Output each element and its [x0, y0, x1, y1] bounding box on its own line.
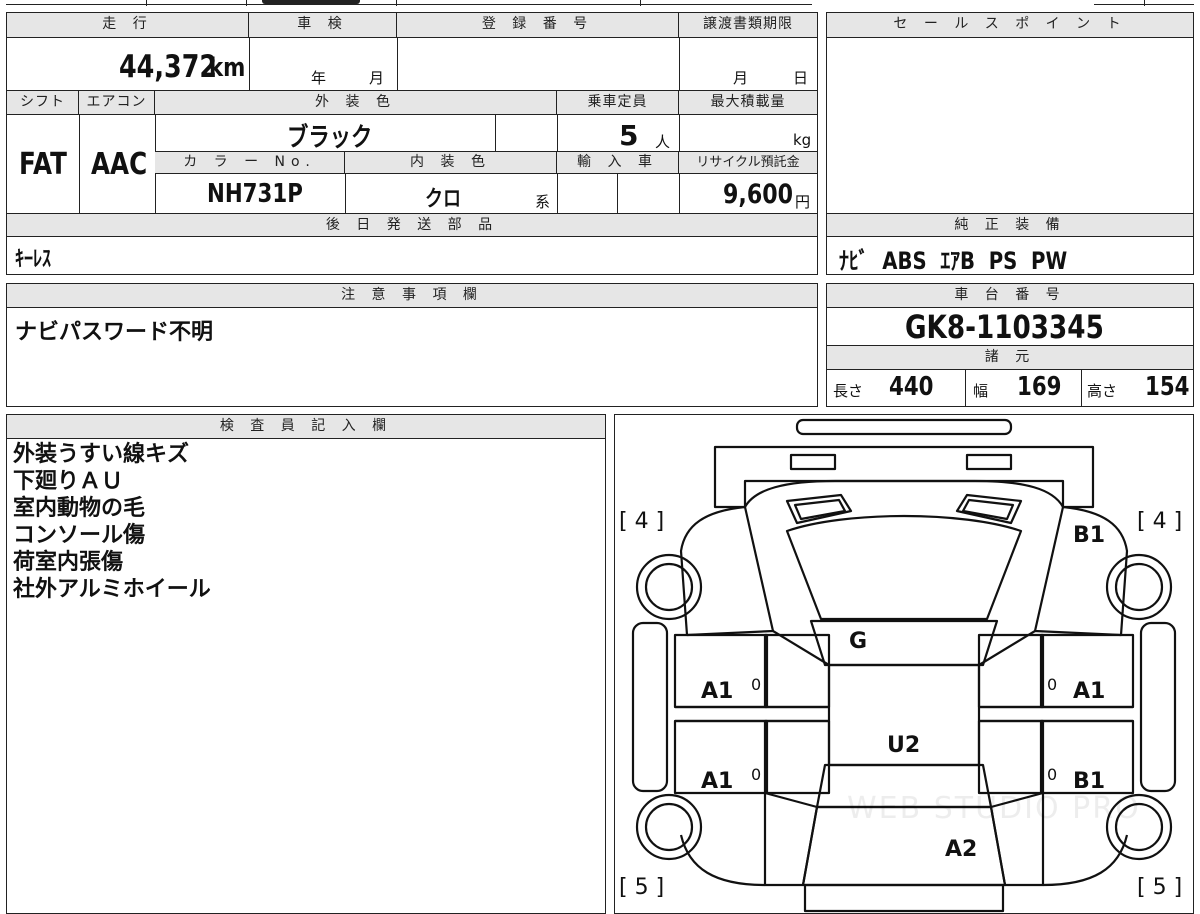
- inspector-header: 検 査 員 記 入 欄: [7, 415, 605, 439]
- body-front: [744, 479, 1064, 508]
- ac-value: AAC: [91, 147, 148, 182]
- headlight-right-inner: [961, 498, 1015, 521]
- wheel-front-right-inner: [1114, 562, 1164, 612]
- car-outline: [631, 418, 1177, 913]
- capacity-unit: 人: [655, 133, 671, 151]
- exterior-color-header: 外 装 色: [155, 91, 557, 115]
- roof-grade: U2: [887, 733, 921, 758]
- recycle-header: リサイクル預託金: [679, 152, 817, 174]
- door-handle-right-rear: [977, 719, 1045, 795]
- capacity-value: 5: [619, 119, 639, 152]
- interior-color-header: 内 装 色: [345, 152, 557, 174]
- tire-rear-left-label: [ 5 ]: [619, 875, 665, 900]
- exterior-color-value: ブラック: [287, 123, 373, 153]
- front-lamp-right: [965, 453, 1013, 471]
- dimensions-header: 諸 元: [827, 346, 1193, 370]
- inspector-notes: 外装うすい線キズ 下廻りＡＵ 室内動物の毛 コンソール傷 荷室内張傷 社外アルミ…: [13, 441, 211, 603]
- door-mark-right-front: 0: [1047, 675, 1058, 694]
- door-mark-right-rear: 0: [1047, 765, 1058, 784]
- later-parts-header: 後 日 発 送 部 品: [7, 214, 817, 237]
- transfer-day-unit: 日: [793, 69, 809, 87]
- rear-quarter-left: [763, 791, 819, 887]
- rear-bumper: [803, 883, 1005, 913]
- rear-corner-right: [1042, 834, 1129, 887]
- shaken-header: 車 検: [249, 13, 397, 38]
- length-label: 長さ: [833, 382, 864, 400]
- rocker-right: [1139, 621, 1177, 793]
- front-bumper: [795, 418, 1013, 436]
- rear-corner-left: [679, 834, 766, 887]
- front-fender-left: [679, 505, 775, 637]
- car-diagram: [ 4 ] [ 4 ] [ 5 ] [ 5 ] B1 G A1 A1 A1 B1…: [614, 414, 1194, 914]
- watermark: WEB STUDIO PRO: [847, 791, 1141, 826]
- ac-header: エアコン: [79, 91, 155, 115]
- registration-header: 登 録 番 号: [397, 13, 679, 38]
- door-mark-left-front: 0: [751, 675, 762, 694]
- rear-grade: A2: [945, 837, 978, 862]
- door-mark-left-rear: 0: [751, 765, 762, 784]
- caution-value: ナビパスワード不明: [15, 320, 214, 345]
- shaken-month-unit: 月: [369, 69, 385, 87]
- max-load-header: 最大積載量: [679, 91, 817, 115]
- inspector-box: 検 査 員 記 入 欄 外装うすい線キズ 下廻りＡＵ 室内動物の毛 コンソール傷…: [6, 414, 606, 914]
- inspector-note: 社外アルミホイール: [13, 577, 211, 602]
- chassis-box: 車 台 番 号 GK8-1103345 諸 元 長さ 440 幅 169 高さ …: [826, 283, 1194, 407]
- shift-header: シフト: [7, 91, 79, 115]
- hood: [785, 514, 1023, 621]
- interior-color-suffix: 系: [535, 193, 551, 211]
- windshield: [809, 619, 999, 667]
- sill-left: [675, 705, 829, 723]
- chassis-value: GK8-1103345: [905, 308, 1104, 346]
- wheel-rear-left-inner: [644, 802, 694, 852]
- rear-door-left-grade: A1: [701, 769, 734, 794]
- transfer-month-unit: 月: [733, 69, 749, 87]
- front-door-left-grade: A1: [701, 679, 734, 704]
- import-header: 輸 入 車: [557, 152, 679, 174]
- shift-value: FAT: [19, 147, 67, 182]
- door-handle-left-rear: [763, 719, 831, 795]
- color-no-value: NH731P: [207, 179, 303, 209]
- transfer-deadline-header: 譲渡書類期限: [679, 13, 817, 38]
- caution-box: 注 意 事 項 欄 ナビパスワード不明: [6, 283, 818, 407]
- inspector-note: 室内動物の毛: [13, 496, 146, 521]
- tire-rear-right-label: [ 5 ]: [1137, 875, 1183, 900]
- tire-front-right-label: [ 4 ]: [1137, 509, 1183, 534]
- top-strip: [0, 0, 1200, 8]
- sales-point-header: セ ー ル ス ポ イ ン ト: [827, 13, 1193, 38]
- inspector-note: コンソール傷: [13, 523, 146, 548]
- height-value: 154: [1145, 372, 1190, 402]
- front-right-fender-grade: B1: [1073, 523, 1106, 548]
- length-value: 440: [889, 372, 934, 402]
- equipment-header: 純 正 装 備: [827, 214, 1193, 237]
- sill-right: [979, 705, 1133, 723]
- recycle-unit: 円: [795, 193, 811, 211]
- inspector-note: 荷室内張傷: [13, 550, 124, 575]
- inspector-note: 外装うすい線キズ: [13, 442, 190, 467]
- chassis-header: 車 台 番 号: [827, 284, 1193, 308]
- caution-header: 注 意 事 項 欄: [7, 284, 817, 308]
- spec-table: 走 行 車 検 登 録 番 号 譲渡書類期限 44,372 km 年 月 月 日…: [6, 12, 818, 275]
- tire-front-left-label: [ 4 ]: [619, 509, 665, 534]
- max-load-unit: kg: [793, 131, 812, 149]
- shaken-year-unit: 年: [311, 69, 327, 87]
- later-parts-value: ｷｰﾚｽ: [15, 247, 52, 272]
- front-lamp-left: [789, 453, 837, 471]
- capacity-header: 乗車定員: [557, 91, 679, 115]
- front-bumper-box: [713, 445, 1095, 509]
- interior-color-value: クロ: [425, 187, 462, 212]
- width-value: 169: [1017, 372, 1062, 402]
- front-door-right-grade: A1: [1073, 679, 1106, 704]
- headlight-left-inner: [793, 498, 847, 521]
- wheel-front-left-inner: [644, 562, 694, 612]
- mileage-header: 走 行: [7, 13, 249, 38]
- color-no-header: カ ラ ー No.: [155, 152, 345, 174]
- inspector-note: 下廻りＡＵ: [13, 469, 124, 494]
- mileage-unit: km: [209, 53, 246, 83]
- width-label: 幅: [973, 382, 989, 400]
- equipment-value: ﾅﾋﾞ ABS ｴｱB PS PW: [839, 247, 1068, 275]
- sales-point-box: セ ー ル ス ポ イ ン ト 純 正 装 備 ﾅﾋﾞ ABS ｴｱB PS P…: [826, 12, 1194, 275]
- height-label: 高さ: [1087, 382, 1118, 400]
- rocker-left: [631, 621, 669, 793]
- windshield-grade: G: [849, 629, 868, 654]
